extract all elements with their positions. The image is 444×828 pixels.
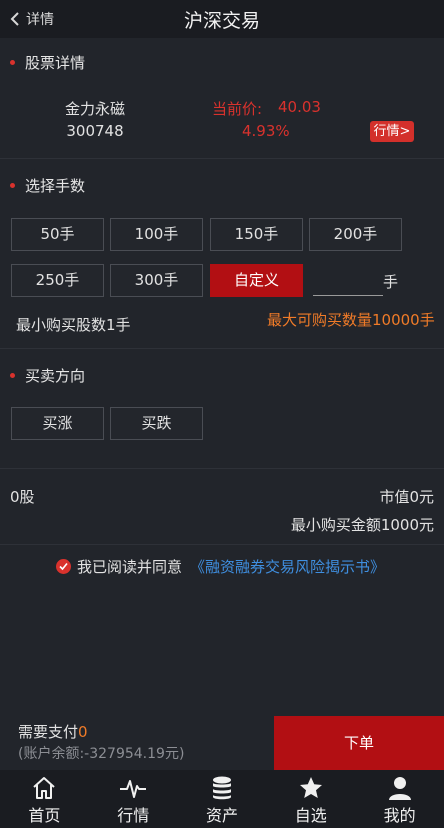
bottom-tabbar: 首页 行情 资产 自选 我的: [0, 770, 444, 828]
tab-market[interactable]: 行情: [89, 770, 178, 828]
tab-home[interactable]: 首页: [0, 770, 89, 828]
divider: [0, 158, 444, 159]
stock-section-label: 股票详情: [25, 54, 86, 72]
tab-watchlist-label: 自选: [294, 806, 327, 825]
tab-assets-label: 资产: [205, 806, 238, 825]
custom-lots-unit: 手: [383, 273, 399, 291]
divider: [0, 544, 444, 545]
lot-option-50[interactable]: 50手: [11, 218, 104, 251]
tab-home-label: 首页: [28, 806, 61, 825]
stock-section-title: 股票详情: [10, 52, 85, 73]
pay-label: 需要支付0: [18, 721, 88, 742]
price-label: 当前价:: [212, 100, 263, 118]
buy-down-button[interactable]: 买跌: [110, 407, 203, 440]
account-balance: (账户余额:-327954.19元): [18, 746, 185, 762]
lot-option-custom[interactable]: 自定义: [210, 264, 303, 297]
stock-code: 300748: [66, 122, 124, 140]
bullet-dot-icon: [10, 373, 15, 378]
lots-section-title: 选择手数: [10, 175, 85, 196]
bullet-dot-icon: [10, 183, 15, 188]
agreement-text: 我已阅读并同意: [77, 558, 183, 576]
lot-option-100[interactable]: 100手: [110, 218, 203, 251]
bullet-dot-icon: [10, 60, 15, 65]
min-amount: 最小购买金额1000元: [290, 516, 434, 534]
agreement-checkbox[interactable]: 我已阅读并同意 《融资融券交易风险揭示书》: [56, 556, 385, 577]
risk-disclosure-link[interactable]: 《融资融券交易风险揭示书》: [190, 556, 385, 577]
tab-profile-label: 我的: [383, 806, 416, 825]
lot-option-300[interactable]: 300手: [110, 264, 203, 297]
star-icon: [299, 777, 322, 798]
user-icon: [388, 777, 411, 800]
place-order-button[interactable]: 下单: [274, 716, 444, 770]
pay-value: 0: [78, 723, 88, 741]
database-icon: [212, 776, 231, 800]
direction-section-label: 买卖方向: [25, 367, 86, 385]
quote-button[interactable]: 行情>: [370, 121, 414, 142]
buy-up-button[interactable]: 买涨: [11, 407, 104, 440]
shares-count: 0股: [10, 488, 35, 506]
lot-option-250[interactable]: 250手: [11, 264, 104, 297]
custom-lots-input[interactable]: [313, 266, 383, 296]
divider: [0, 468, 444, 469]
tab-assets[interactable]: 资产: [178, 770, 267, 828]
tab-market-label: 行情: [117, 806, 150, 825]
page-title: 沪深交易: [183, 10, 260, 32]
change-percent: 4.93%: [242, 122, 290, 140]
divider: [0, 348, 444, 349]
lot-option-150[interactable]: 150手: [210, 218, 303, 251]
lot-option-200[interactable]: 200手: [309, 218, 402, 251]
pulse-icon: [120, 780, 147, 798]
market-value: 市值0元: [379, 488, 434, 506]
max-lots-text: 最大可购买数量10000手: [267, 311, 435, 329]
lots-section-label: 选择手数: [25, 177, 86, 195]
stock-name: 金力永磁: [64, 100, 125, 118]
current-price: 40.03: [278, 98, 321, 116]
direction-section-title: 买卖方向: [10, 365, 85, 386]
home-icon: [33, 777, 56, 799]
tab-profile[interactable]: 我的: [355, 770, 444, 828]
min-lots-text: 最小购买股数1手: [16, 316, 131, 334]
pay-label-text: 需要支付: [18, 723, 79, 741]
check-icon: [56, 559, 71, 574]
tab-watchlist[interactable]: 自选: [266, 770, 355, 828]
